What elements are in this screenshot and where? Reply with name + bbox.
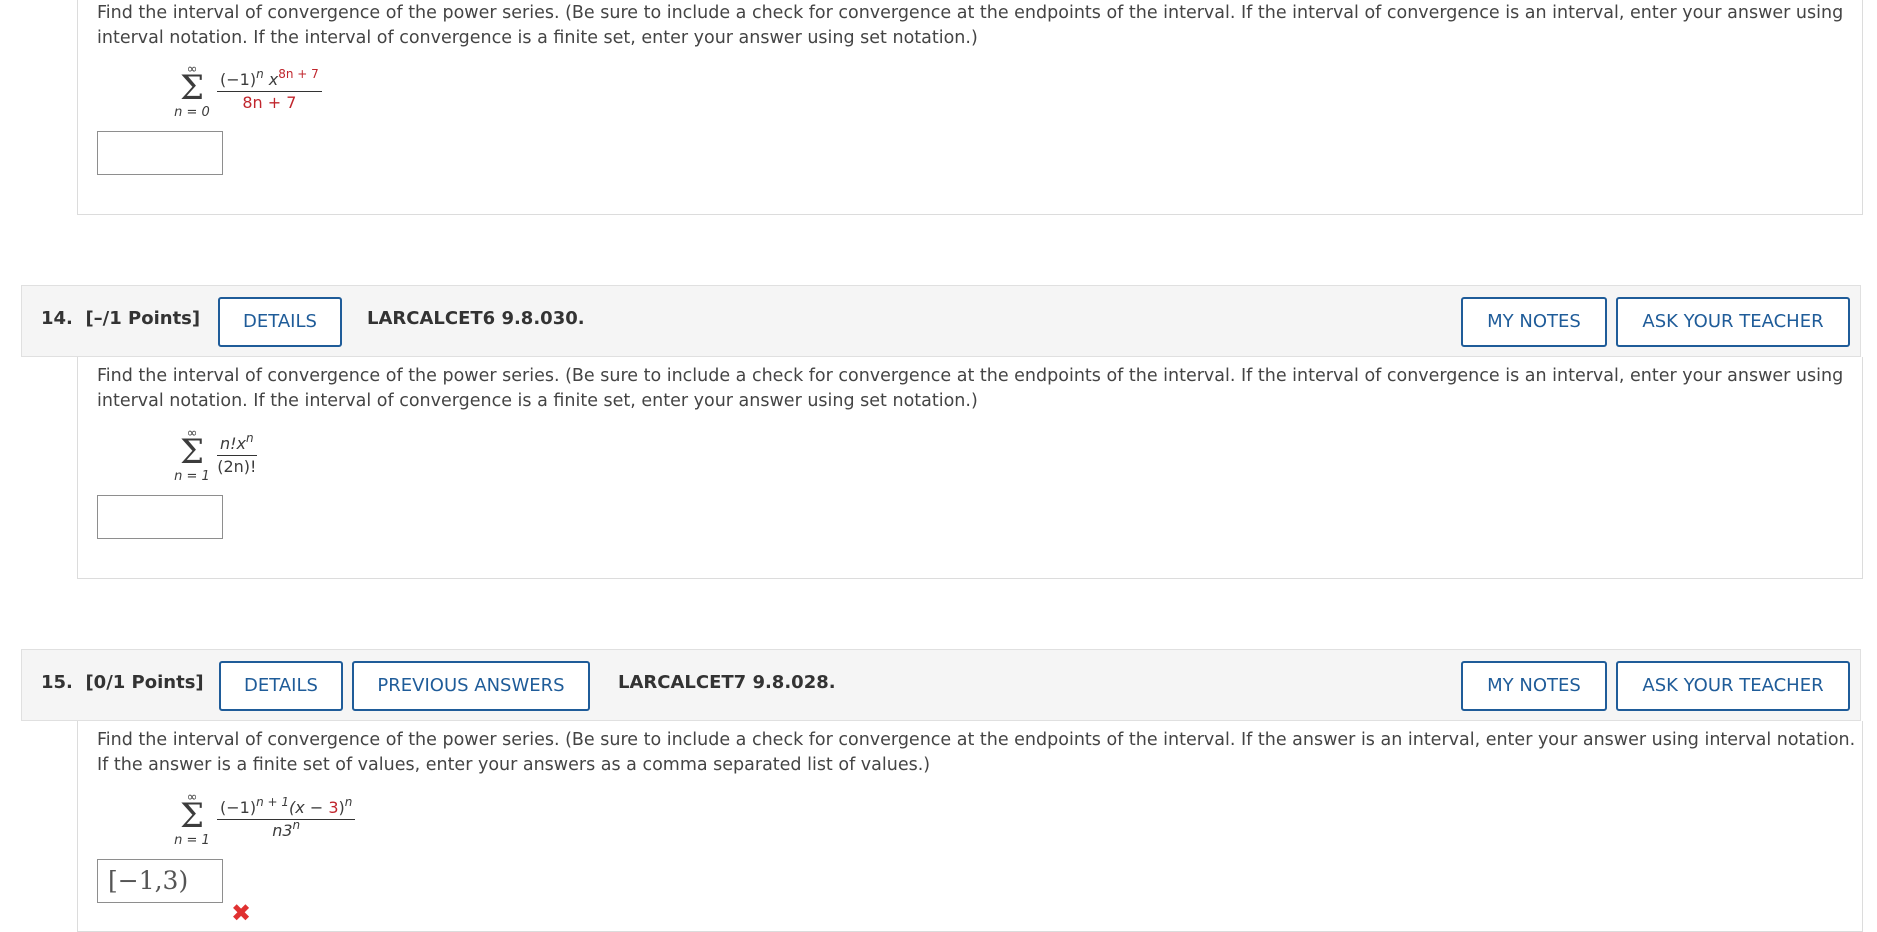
fraction-denominator: 8n + 7 xyxy=(242,93,297,112)
fraction-denominator: (2n)! xyxy=(217,457,257,476)
question-14-series: ∞ Σ n = 1 n!xn (2n)! xyxy=(172,427,372,485)
details-button[interactable]: DETAILS xyxy=(219,661,343,711)
series-fraction: (−1)n + 1(x − 3)n n3n xyxy=(217,796,356,842)
question-code: LARCALCET7 9.8.028. xyxy=(618,672,836,693)
my-notes-button[interactable]: MY NOTES xyxy=(1461,661,1607,711)
previous-answers-button[interactable]: PREVIOUS ANSWERS xyxy=(352,661,590,711)
my-notes-button[interactable]: MY NOTES xyxy=(1461,297,1607,347)
ask-your-teacher-button[interactable]: ASK YOUR TEACHER xyxy=(1616,297,1850,347)
series-fraction: (−1)n x8n + 7 8n + 7 xyxy=(217,68,322,114)
series-fraction: n!xn (2n)! xyxy=(217,432,257,478)
fraction-numerator: (−1)n x8n + 7 xyxy=(217,68,322,92)
question-code: LARCALCET6 9.8.030. xyxy=(367,308,585,329)
sigma-symbol: Σ xyxy=(179,68,205,108)
series-lower-limit: n = 1 xyxy=(174,469,210,484)
question-15-label: 15. [0/1 Points] xyxy=(41,672,204,693)
fraction-numerator: (−1)n + 1(x − 3)n xyxy=(217,796,356,820)
question-15-series: ∞ Σ n = 1 (−1)n + 1(x − 3)n n3n xyxy=(172,791,412,849)
answer-input[interactable]: [−1,3) xyxy=(97,859,223,903)
question-14-header: 14. [–/1 Points] DETAILS LARCALCET6 9.8.… xyxy=(21,285,1861,357)
answer-input[interactable] xyxy=(97,495,223,539)
question-14-label: 14. [–/1 Points] xyxy=(41,308,201,329)
fraction-numerator: n!xn xyxy=(217,432,257,456)
sigma-symbol: Σ xyxy=(179,796,205,836)
answer-input[interactable] xyxy=(97,131,223,175)
series-lower-limit: n = 1 xyxy=(174,833,210,848)
ask-your-teacher-button[interactable]: ASK YOUR TEACHER xyxy=(1616,661,1850,711)
question-15-body: Find the interval of convergence of the … xyxy=(77,721,1863,932)
series-lower-limit: n = 0 xyxy=(174,105,210,120)
question-13-prompt: Find the interval of convergence of the … xyxy=(97,3,1844,48)
question-15-prompt: Find the interval of convergence of the … xyxy=(97,730,1856,775)
answer-value: [−1,3) xyxy=(108,866,189,895)
sigma-symbol: Σ xyxy=(179,432,205,472)
question-14-body: Find the interval of convergence of the … xyxy=(77,357,1863,579)
incorrect-x-icon: ✖ xyxy=(231,899,252,927)
question-14-prompt: Find the interval of convergence of the … xyxy=(97,366,1844,411)
details-button[interactable]: DETAILS xyxy=(218,297,342,347)
fraction-denominator: n3n xyxy=(272,818,301,840)
question-13-body: Find the interval of convergence of the … xyxy=(77,0,1863,215)
question-15-header: 15. [0/1 Points] DETAILS PREVIOUS ANSWER… xyxy=(21,649,1861,721)
question-13-series: ∞ Σ n = 0 (−1)n x8n + 7 8n + 7 xyxy=(172,63,372,121)
